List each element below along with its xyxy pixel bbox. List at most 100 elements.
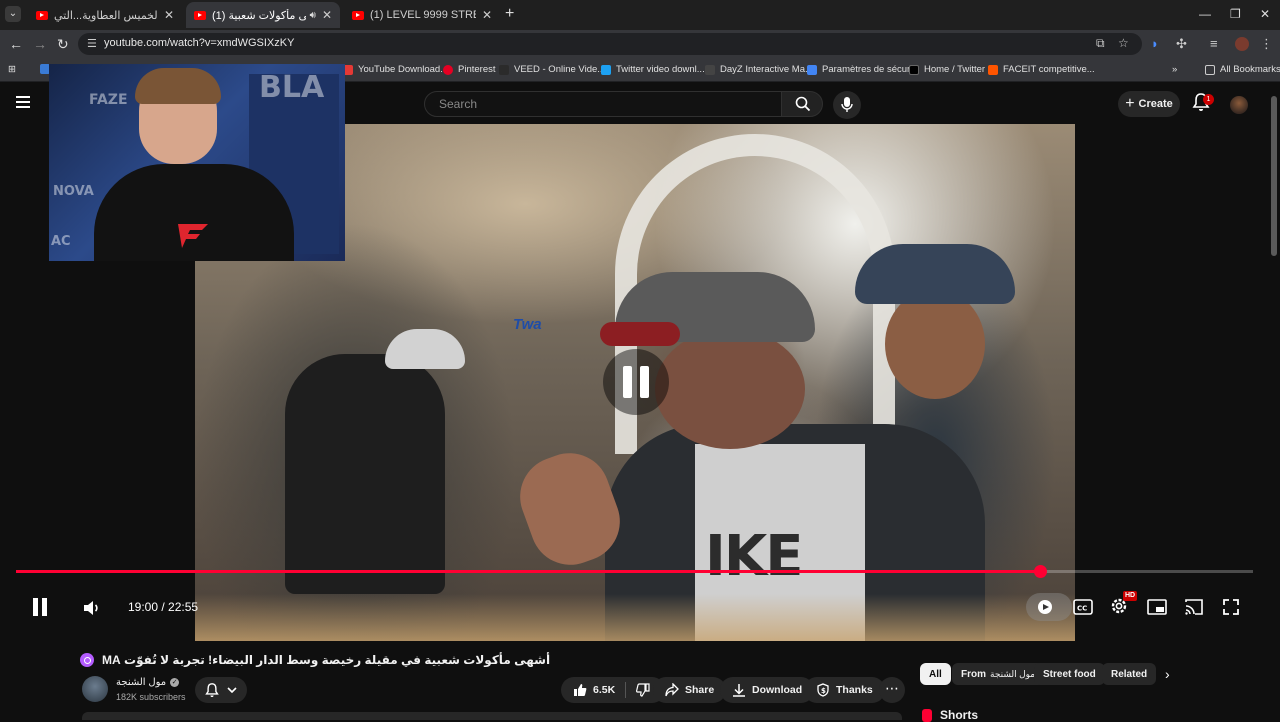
site-info-icon[interactable]: ☰: [87, 37, 97, 50]
thumbs-up-icon: [574, 684, 587, 696]
pip-person-hair: [135, 68, 221, 104]
bookmark-label: Pinterest: [458, 64, 496, 75]
search-input[interactable]: [439, 96, 759, 112]
video-title: أشهى مأكولات شعبية في مقيلة رخيصة وسط ال…: [102, 653, 551, 667]
faze-logo-icon: [178, 224, 208, 248]
bookmark-label: DayZ Interactive Ma...: [720, 64, 813, 75]
reload-icon[interactable]: ↻: [57, 36, 69, 52]
bookmark-star-icon[interactable]: ☆: [1118, 36, 1129, 50]
video-scene-cook-cap: [385, 329, 465, 369]
play-icon: [1043, 604, 1049, 610]
tab-title: (1) أشهى مأكولات شعبية: [212, 9, 306, 22]
account-avatar[interactable]: [1230, 96, 1248, 114]
hd-badge: HD: [1123, 591, 1138, 601]
chip-related[interactable]: Related: [1102, 663, 1157, 685]
autoplay-toggle[interactable]: [1026, 593, 1072, 621]
channel-avatar[interactable]: [82, 676, 108, 702]
svg-text:$: $: [821, 687, 826, 695]
pause-button[interactable]: [31, 598, 49, 618]
minimize-icon[interactable]: —: [1199, 7, 1211, 21]
window-close-icon[interactable]: ✕: [1260, 7, 1270, 21]
voice-search-button[interactable]: [833, 91, 861, 119]
create-button[interactable]: + Create: [1118, 91, 1180, 117]
chip-label: Street food: [1043, 668, 1096, 680]
description-box[interactable]: [82, 712, 902, 720]
bookmark-twitter-video[interactable]: Twitter video downl...: [601, 64, 705, 75]
browser-tab-active[interactable]: (1) أشهى مأكولات شعبية 🔊︎ ✕: [186, 2, 340, 28]
url-text[interactable]: youtube.com/watch?v=xmdWGSIXzKY: [104, 37, 294, 49]
download-button[interactable]: Download: [720, 677, 815, 703]
divider: [625, 682, 627, 698]
share-button[interactable]: Share: [653, 677, 727, 703]
notification-badge: 1: [1203, 94, 1214, 105]
browser-tab[interactable]: (1) LEVEL 9999 STREET FOOD II ✕: [344, 2, 500, 28]
fullscreen-button[interactable]: [1222, 596, 1246, 618]
webcam-overlay: BLA FAZE NOVA AC: [49, 64, 345, 261]
volume-icon: [84, 601, 98, 615]
back-icon[interactable]: ←: [9, 36, 23, 52]
like-button[interactable]: 6.5K: [573, 683, 615, 697]
subtitles-button[interactable]: CC: [1073, 596, 1097, 618]
chevron-right-icon[interactable]: ›: [1165, 666, 1170, 682]
profile-avatar[interactable]: [1235, 37, 1249, 51]
like-count: 6.5K: [593, 684, 616, 696]
browser-tab[interactable]: في سوق الخميس العطاوية...التي ✕: [28, 2, 182, 28]
bookmark-home-twitter[interactable]: Home / Twitter: [909, 64, 985, 75]
center-pause-button[interactable]: [603, 349, 669, 415]
all-bookmarks[interactable]: All Bookmarks: [1205, 64, 1280, 75]
bookmark-veed[interactable]: VEED - Online Vide...: [499, 64, 605, 75]
restore-icon[interactable]: ❐: [1230, 7, 1241, 21]
chip-label: From: [961, 668, 986, 680]
new-tab-icon[interactable]: +: [505, 6, 514, 22]
chip-label: All: [929, 668, 942, 680]
tab-close-icon[interactable]: ✕: [322, 8, 332, 22]
page-scrollbar[interactable]: [1271, 96, 1277, 256]
more-actions-icon[interactable]: ⋯: [879, 677, 905, 703]
bookmark-pinterest[interactable]: Pinterest: [443, 64, 496, 75]
channel-name-row[interactable]: مول الشنجة ✓: [116, 677, 180, 688]
subscription-bell-button[interactable]: [195, 677, 247, 703]
dislike-button[interactable]: [636, 683, 650, 697]
chip-street-food[interactable]: Street food: [1034, 663, 1105, 685]
bookmark-label: Home / Twitter: [924, 64, 986, 75]
extension-icon[interactable]: ◗: [1151, 36, 1159, 51]
youtube-favicon-icon: [352, 10, 364, 20]
plus-icon: +: [1125, 95, 1135, 112]
miniplayer-button[interactable]: [1147, 596, 1171, 618]
cast-button[interactable]: [1184, 596, 1208, 618]
hamburger-menu-icon[interactable]: [16, 96, 30, 108]
video-scene-face: [655, 329, 805, 449]
media-control-icon[interactable]: ≡: [1210, 36, 1218, 51]
progress-scrubber[interactable]: [1034, 565, 1047, 578]
download-icon: [733, 684, 745, 697]
verified-icon: ✓: [170, 678, 180, 687]
youtube-favicon-icon: [36, 10, 48, 20]
svg-text:CC: CC: [1077, 605, 1087, 613]
speaker-icon[interactable]: 🔊︎: [310, 10, 316, 21]
bookmark-youtube-download[interactable]: YouTube Download...: [343, 64, 448, 75]
chip-from-channel[interactable]: From مول الشنجة: [952, 663, 1045, 685]
chip-all[interactable]: All: [920, 663, 951, 685]
forward-icon[interactable]: →: [33, 36, 47, 52]
channel-name[interactable]: مول الشنجة: [116, 677, 166, 688]
thanks-button[interactable]: $ Thanks: [804, 677, 885, 703]
thumbs-down-icon: [636, 683, 650, 697]
bookmark-parametres[interactable]: Paramètres de sécur...: [807, 64, 918, 75]
time-display: 19:00 / 22:55: [128, 600, 199, 614]
tab-close-icon[interactable]: ✕: [482, 8, 492, 22]
browser-menu-icon[interactable]: ⋮: [1260, 36, 1273, 52]
install-app-icon[interactable]: ⧉: [1096, 36, 1105, 51]
bookmark-faceit[interactable]: FACEIT competitive...: [988, 64, 1095, 75]
extensions-puzzle-icon[interactable]: ✣: [1176, 36, 1187, 52]
address-bar[interactable]: ☰ youtube.com/watch?v=xmdWGSIXzKY ⧉ ☆: [78, 33, 1142, 55]
video-scene-shirt-text: IKE: [705, 524, 803, 589]
bookmark-label: YouTube Download...: [358, 64, 449, 75]
volume-button[interactable]: [82, 598, 102, 618]
search-button[interactable]: [781, 91, 823, 117]
tab-close-icon[interactable]: ✕: [164, 8, 174, 22]
tab-search-icon[interactable]: ⌄: [5, 6, 21, 22]
bookmark-dayz[interactable]: DayZ Interactive Ma...: [705, 64, 813, 75]
more-bookmarks-icon[interactable]: »: [1172, 64, 1177, 75]
all-bookmarks-label: All Bookmarks: [1220, 64, 1280, 75]
apps-grid-icon[interactable]: ⊞: [8, 64, 16, 75]
